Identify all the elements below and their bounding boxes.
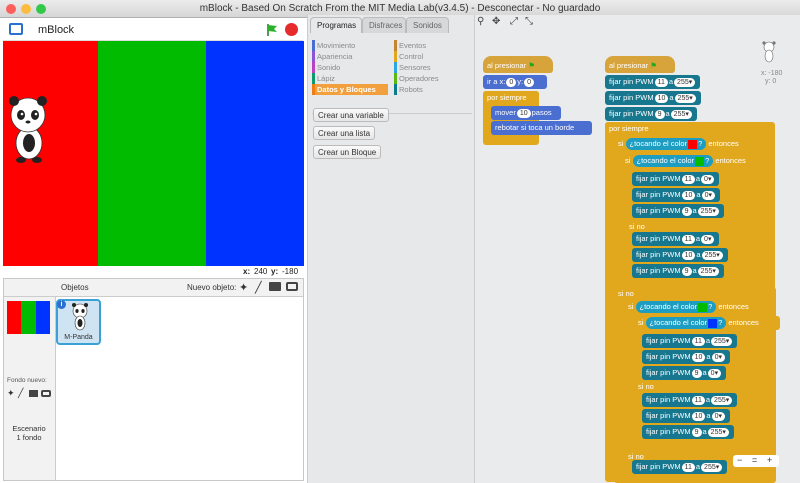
- upload-sprite-icon[interactable]: [269, 282, 281, 291]
- stage-coordinates: x: 240 y: -180: [3, 266, 304, 277]
- sprites-title: Objetos: [61, 283, 89, 292]
- set-pwm-b1-2[interactable]: fijar pin PWM 9 a 0▾: [642, 366, 727, 380]
- go-to-xy-block[interactable]: ir a x: 0 y: 0: [483, 75, 547, 89]
- green-flag-icon[interactable]: [265, 23, 279, 37]
- set-pwm-block-2[interactable]: fijar pin PWM 9 a 255▾: [605, 107, 697, 121]
- set-pwm-b2-0[interactable]: fijar pin PWM 11 a 255▾: [642, 393, 738, 407]
- if-touching-green-block[interactable]: si ¿tocando el color? entonces: [621, 154, 761, 168]
- sprites-header: Objetos Nuevo objeto: ✦ ╱: [56, 279, 303, 297]
- y-label: y:: [271, 267, 279, 276]
- x-label: x:: [243, 267, 251, 276]
- set-pwm-block-1[interactable]: fijar pin PWM 10 a 255▾: [605, 91, 701, 105]
- set-pwm-b2-2[interactable]: fijar pin PWM 9 a 255▾: [642, 425, 734, 439]
- category-eventos[interactable]: Eventos: [394, 40, 470, 51]
- category-control[interactable]: Control: [394, 51, 470, 62]
- category-lapiz[interactable]: Lápiz: [312, 73, 388, 84]
- draw-sprite-icon[interactable]: ╱: [255, 281, 262, 294]
- category-sensores[interactable]: Sensores: [394, 62, 470, 73]
- tab-disfraces[interactable]: Disfraces: [362, 17, 406, 33]
- category-operadores[interactable]: Operadores: [394, 73, 470, 84]
- panda-sprite[interactable]: [6, 93, 52, 165]
- grow-icon[interactable]: ⤢: [510, 16, 518, 27]
- stage-header: mBlock: [3, 20, 303, 41]
- set-pwm-g1-0[interactable]: fijar pin PWM 11 a 0▾: [632, 172, 720, 186]
- zoom-reset-button[interactable]: =: [752, 455, 757, 465]
- stage-label: Escenario: [12, 424, 46, 433]
- upload-backdrop-icon[interactable]: [29, 390, 38, 397]
- draw-backdrop-icon[interactable]: ╱: [18, 388, 23, 399]
- new-backdrop-label: Fondo nuevo:: [7, 377, 47, 384]
- category-movimiento[interactable]: Movimiento: [312, 40, 388, 51]
- set-pwm-block-0[interactable]: fijar pin PWM 11 a 255▾: [605, 75, 701, 89]
- sprite-name: M-Panda: [64, 334, 93, 341]
- category-apariencia[interactable]: Apariencia: [312, 51, 388, 62]
- set-pwm-b2-1[interactable]: fijar pin PWM 10 a 0▾: [642, 409, 730, 423]
- camera-sprite-icon[interactable]: [286, 282, 298, 291]
- toolbar-icons: ⚲ ✥ ⤢ ⤡: [474, 16, 554, 30]
- camera-backdrop-icon[interactable]: [41, 390, 51, 397]
- window-title: mBlock - Based On Scratch From the MIT M…: [199, 3, 601, 14]
- category-list: Movimiento Apariencia Sonido Lápiz Datos…: [312, 39, 472, 114]
- if-touching-green-block-2[interactable]: si ¿tocando el color? entonces: [624, 300, 770, 314]
- else-label-3[interactable]: si no: [634, 380, 674, 394]
- fullscreen-icon[interactable]: [9, 23, 23, 35]
- if-touching-blue-block[interactable]: si ¿tocando el color? entonces: [634, 316, 780, 330]
- new-sprite-label: Nuevo objeto:: [187, 283, 237, 292]
- y-value: -180: [282, 267, 299, 276]
- tab-sonidos[interactable]: Sonidos: [406, 17, 449, 33]
- set-pwm-b1-1[interactable]: fijar pin PWM 10 a 0▾: [642, 350, 730, 364]
- bounce-edge-block[interactable]: rebotar si toca un borde: [491, 121, 592, 135]
- move-steps-block[interactable]: mover 10 pasos: [491, 106, 561, 120]
- paint-backdrop-icon[interactable]: ✦: [7, 388, 15, 399]
- blue-band: [206, 41, 304, 266]
- category-robots[interactable]: Robots: [394, 84, 470, 95]
- when-flag-hat-2[interactable]: al presionar ⚑: [605, 56, 675, 73]
- create-variable-button[interactable]: Crear una variable: [313, 108, 389, 122]
- stage-name: mBlock: [38, 24, 75, 36]
- forever-label-1: por siempre: [483, 91, 539, 105]
- sprite-info-badge[interactable]: i: [57, 300, 66, 309]
- stage-backdrop-count: 1 fondo: [16, 433, 42, 442]
- paint-sprite-icon[interactable]: ✦: [239, 281, 248, 294]
- sprite-tile[interactable]: i M-Panda: [56, 299, 101, 345]
- delete-icon[interactable]: ✥: [492, 16, 500, 27]
- when-flag-hat-1[interactable]: al presionar ⚑: [483, 56, 553, 73]
- if-touching-red-block[interactable]: si ¿tocando el color? entonces: [614, 137, 766, 151]
- zoom-controls: − = +: [733, 455, 779, 467]
- zoom-in-button[interactable]: +: [767, 455, 772, 465]
- set-pwm-b1-0[interactable]: fijar pin PWM 11 a 255▾: [642, 334, 738, 348]
- sprite-x-readout: x: -180: [761, 70, 783, 77]
- stop-button[interactable]: [285, 23, 298, 36]
- panda-thumbnail: [72, 303, 88, 331]
- else-label-2[interactable]: si no: [614, 287, 654, 301]
- x-value: 240: [254, 267, 268, 276]
- sprite-y-readout: y: 0: [765, 78, 777, 85]
- duplicate-icon[interactable]: ⚲: [477, 16, 484, 27]
- stage-column: Escenario 1 fondo Fondo nuevo: ✦ ╱: [4, 297, 56, 480]
- tab-programas[interactable]: Programas: [310, 17, 362, 33]
- set-pwm-last[interactable]: fijar pin PWM 11 a 255▾: [632, 460, 728, 474]
- category-datos-y-bloques[interactable]: Datos y Bloques: [312, 84, 388, 95]
- set-pwm-g1-1[interactable]: fijar pin PWM 10 a 0▾: [632, 188, 720, 202]
- sprite-preview-panda: [762, 41, 776, 63]
- sprite-library: Objetos Nuevo objeto: ✦ ╱ Escenario 1 fo…: [3, 278, 304, 481]
- set-pwm-g2-1[interactable]: fijar pin PWM 10 a 255▾: [632, 248, 728, 262]
- set-pwm-g2-2[interactable]: fijar pin PWM 9 a 255▾: [632, 264, 724, 278]
- set-pwm-g1-2[interactable]: fijar pin PWM 9 a 255▾: [632, 204, 724, 218]
- zoom-out-button[interactable]: −: [737, 455, 742, 465]
- set-pwm-g2-0[interactable]: fijar pin PWM 11 a 0▾: [632, 232, 720, 246]
- stage-thumbnail[interactable]: [7, 301, 50, 334]
- green-band: [98, 41, 206, 266]
- block-palette: Programas Disfraces Sonidos Movimiento A…: [307, 15, 474, 483]
- category-sonido[interactable]: Sonido: [312, 62, 388, 73]
- create-block-button[interactable]: Crear un Bloque: [313, 145, 382, 159]
- forever-label-2[interactable]: por siempre: [605, 122, 665, 136]
- stage-canvas[interactable]: [3, 41, 304, 266]
- create-list-button[interactable]: Crear una lista: [313, 126, 376, 140]
- shrink-icon[interactable]: ⤡: [525, 16, 533, 27]
